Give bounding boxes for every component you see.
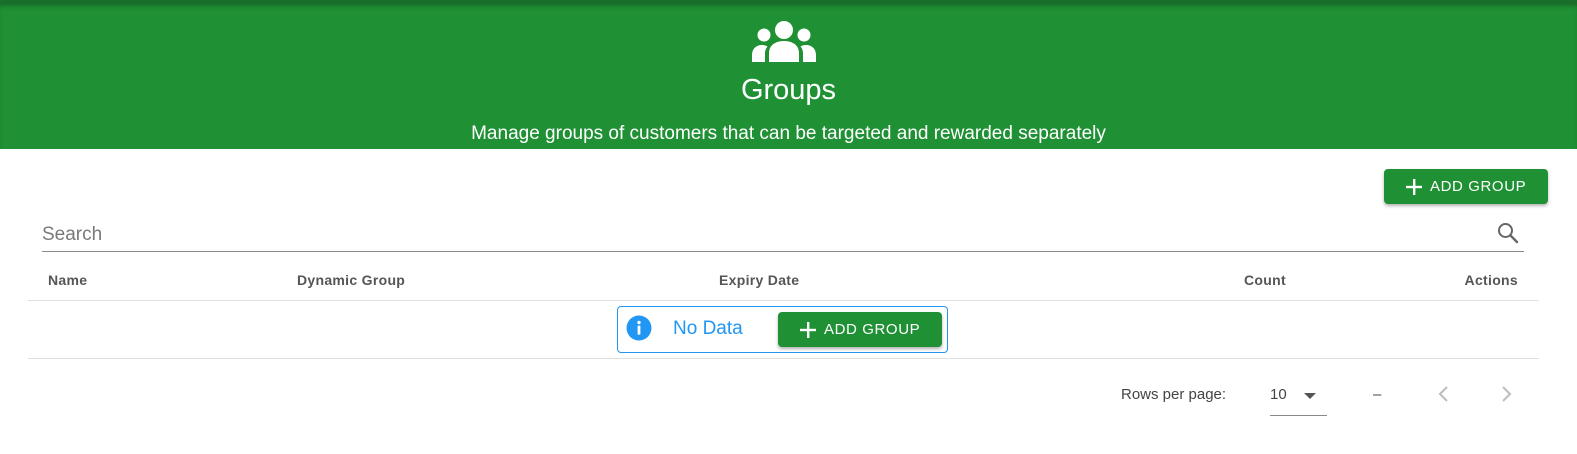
rows-per-page-select[interactable]: 10 [1270,378,1327,416]
add-group-label: ADD GROUP [1430,178,1527,195]
caret-down-icon [1304,393,1316,399]
no-data-message: No Data [673,318,743,339]
chevron-left-icon[interactable] [1432,382,1456,406]
page-title: Groups [740,74,837,106]
groups-icon [752,21,816,62]
column-header-dynamic-group[interactable]: Dynamic Group [297,272,405,288]
plus-icon [800,321,816,338]
rows-per-page-label: Rows per page: [1121,386,1227,403]
column-header-count[interactable]: Count [1244,272,1286,288]
chevron-right-icon[interactable] [1494,382,1518,406]
empty-add-group-label: ADD GROUP [824,321,921,338]
search-input[interactable] [42,222,1482,248]
add-group-button[interactable]: ADD GROUP [1384,169,1548,204]
page-subtitle: Manage groups of customers that can be t… [471,123,1106,144]
table-header: Name Dynamic Group Expiry Date Count Act… [28,262,1539,301]
column-header-expiry-date[interactable]: Expiry Date [719,272,799,288]
rows-per-page-value: 10 [1270,386,1287,403]
search-icon[interactable] [1496,221,1520,245]
search-field[interactable] [42,218,1524,252]
column-header-name[interactable]: Name [48,272,87,288]
empty-add-group-button[interactable]: ADD GROUP [778,312,942,347]
pagination: Rows per page: 10 – [0,370,1577,420]
page-range: – [1373,386,1382,403]
column-header-actions: Actions [1464,272,1518,288]
plus-icon [1406,178,1422,195]
table-body: No Data ADD GROUP [28,301,1539,359]
info-icon [626,315,652,341]
page-header: Groups Manage groups of customers that c… [0,0,1577,149]
no-data-alert: No Data ADD GROUP [617,306,948,353]
